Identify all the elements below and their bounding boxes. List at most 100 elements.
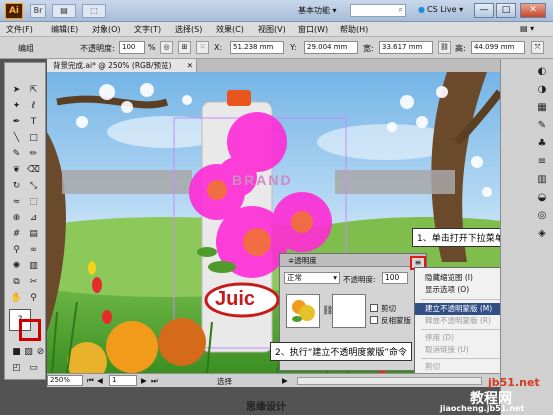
watermark-url: jiaocheng.jb51.net <box>440 404 525 413</box>
mask-thumbnail[interactable] <box>332 294 366 328</box>
blend-tool-icon[interactable]: ∞ <box>26 243 41 257</box>
close-window-button[interactable]: ✕ <box>520 3 546 18</box>
rotate-tool-icon[interactable]: ↻ <box>9 179 24 193</box>
gradient-tool-icon[interactable]: ▤ <box>26 227 41 241</box>
selection-type-label: 编组 <box>18 44 34 53</box>
line-tool-icon[interactable]: ╲ <box>9 131 24 145</box>
workspace-switcher[interactable]: 基本功能 ▾ <box>298 5 337 16</box>
panel-options-icon[interactable]: ▤ ▾ <box>520 24 534 33</box>
step2-callout: 2、执行“建立不透明度蒙版”命令 <box>270 342 413 361</box>
menu-edit[interactable]: 编辑(E) <box>51 24 78 35</box>
blend-mode-select[interactable]: 正常 ▾ <box>284 272 340 284</box>
panel-opacity-field[interactable]: 100 <box>382 272 408 284</box>
free-transform-tool-icon[interactable]: ⬚ <box>26 195 41 209</box>
page-number-field[interactable]: 1 <box>109 375 137 386</box>
menu-file[interactable]: 文件(F) <box>6 24 33 35</box>
document-tab[interactable]: 背景完成.ai* @ 250% (RGB/预览) ✕ <box>47 59 197 72</box>
scale-tool-icon[interactable]: ⤡ <box>26 179 41 193</box>
recolor-icon[interactable]: ◎ <box>160 41 173 54</box>
mesh-tool-icon[interactable]: # <box>9 227 24 241</box>
selection-tool-icon[interactable]: ➤ <box>9 83 24 97</box>
symbols-panel-icon[interactable]: ♣ <box>535 137 549 150</box>
invert-mask-checkbox[interactable] <box>370 316 378 324</box>
height-field[interactable]: 44.099 mm <box>471 41 525 54</box>
last-page-icon[interactable]: ⏭ <box>151 376 158 386</box>
pencil-tool-icon[interactable]: ✏ <box>26 147 41 161</box>
hand-tool-icon[interactable]: ✋ <box>9 291 24 305</box>
swatches-panel-icon[interactable]: ▦ <box>535 101 549 114</box>
menu-window[interactable]: 窗口(W) <box>298 24 328 35</box>
transform-icon[interactable]: ⤧ <box>531 41 544 54</box>
color-panel-icon[interactable]: ◐ <box>535 65 549 78</box>
arrange-documents-icon[interactable]: ▤ <box>52 4 76 18</box>
close-tab-icon[interactable]: ✕ <box>187 59 193 72</box>
tree-trunk-shape <box>47 132 66 332</box>
horizontal-scrollbar[interactable] <box>297 377 482 385</box>
width-field[interactable]: 33.617 mm <box>379 41 433 54</box>
y-position-field[interactable]: 29.004 mm <box>304 41 358 54</box>
menu-select[interactable]: 选择(S) <box>175 24 202 35</box>
rectangle-tool-icon[interactable]: □ <box>26 131 41 145</box>
draw-mode-icon[interactable]: ◰ <box>9 361 24 375</box>
appearance-panel-icon[interactable]: ◎ <box>535 209 549 222</box>
stroke-panel-icon[interactable]: ≡ <box>535 155 549 168</box>
menu-help[interactable]: 帮助(H) <box>340 24 368 35</box>
height-label: 高: <box>455 44 466 53</box>
gradient-panel-icon[interactable]: ▥ <box>535 173 549 186</box>
help-search-input[interactable]: ⌕ <box>350 4 406 17</box>
color-guide-icon[interactable]: ◑ <box>535 83 549 96</box>
bridge-icon[interactable]: Br <box>30 4 46 18</box>
opacity-field[interactable]: 100 <box>119 41 145 54</box>
screen-mode-icon[interactable]: ⬚ <box>82 4 106 18</box>
cs-live-button[interactable]: CS Live ▾ <box>418 5 463 14</box>
stroke-swatch-icon[interactable] <box>19 319 41 341</box>
column-graph-tool-icon[interactable]: ▥ <box>26 259 41 273</box>
illustrator-logo: Ai <box>5 3 23 19</box>
clip-checkbox[interactable] <box>370 304 378 312</box>
slice-tool-icon[interactable]: ✂ <box>26 275 41 289</box>
artwork-thumbnail[interactable] <box>286 294 320 328</box>
warp-tool-icon[interactable]: ≈ <box>9 195 24 209</box>
thumbnail-image <box>287 295 319 327</box>
pen-tool-icon[interactable]: ✒ <box>9 115 24 129</box>
perspective-grid-tool-icon[interactable]: ⊿ <box>26 211 41 225</box>
menu-bar: 文件(F) 编辑(E) 对象(O) 文字(T) 选择(S) 效果(C) 视图(V… <box>0 22 553 37</box>
search-icon: ⌕ <box>398 5 403 14</box>
menu-object[interactable]: 对象(O) <box>92 24 121 35</box>
direct-selection-tool-icon[interactable]: ⇱ <box>26 83 41 97</box>
blob-brush-tool-icon[interactable]: ❦ <box>9 163 24 177</box>
zoom-tool-icon[interactable]: ⚲ <box>26 291 41 305</box>
menu-effect[interactable]: 效果(C) <box>216 24 244 35</box>
shape-builder-tool-icon[interactable]: ⊕ <box>9 211 24 225</box>
menu-view[interactable]: 视图(V) <box>258 24 286 35</box>
constrain-proportions-icon[interactable]: ⛓ <box>438 41 451 54</box>
paintbrush-tool-icon[interactable]: ✎ <box>9 147 24 161</box>
menu-type[interactable]: 文字(T) <box>134 24 161 35</box>
reference-point-icon[interactable]: ⁙ <box>196 41 209 54</box>
prev-page-icon[interactable]: ◀ <box>97 376 103 385</box>
none-mode-icon[interactable]: ⊘ <box>33 345 48 359</box>
graphic-styles-icon[interactable]: ◈ <box>535 227 549 240</box>
next-page-icon[interactable]: ▶ <box>141 376 147 385</box>
align-icon[interactable]: ⊞ <box>178 41 191 54</box>
width-label: 宽: <box>363 44 374 53</box>
screen-mode-toggle-icon[interactable]: ▭ <box>26 361 41 375</box>
eyedropper-tool-icon[interactable]: ⚲ <box>9 243 24 257</box>
x-position-field[interactable]: 51.238 mm <box>230 41 284 54</box>
maximize-button[interactable]: □ <box>496 3 516 18</box>
tools-panel: ➤ ⇱ ✦ ℓ ✒ T ╲ □ ✎ ✏ ❦ ⌫ ↻ ⤡ ≈ ⬚ ⊕ ⊿ # ▤ … <box>4 62 46 380</box>
status-arrow-icon[interactable]: ▶ <box>282 376 288 385</box>
artboard-tool-icon[interactable]: ⧉ <box>9 275 24 289</box>
lasso-tool-icon[interactable]: ℓ <box>26 99 41 113</box>
current-tool-status: 选择 <box>217 377 232 386</box>
type-tool-icon[interactable]: T <box>26 115 41 129</box>
magic-wand-tool-icon[interactable]: ✦ <box>9 99 24 113</box>
brushes-panel-icon[interactable]: ✎ <box>535 119 549 132</box>
minimize-button[interactable]: — <box>474 3 494 18</box>
first-page-icon[interactable]: ⏮ <box>87 376 94 386</box>
symbol-sprayer-tool-icon[interactable]: ✺ <box>9 259 24 273</box>
eraser-tool-icon[interactable]: ⌫ <box>26 163 41 177</box>
zoom-level-field[interactable]: 250% <box>47 375 83 386</box>
orange-fruit-shape <box>106 321 158 373</box>
transparency-panel-icon[interactable]: ◒ <box>535 191 549 204</box>
